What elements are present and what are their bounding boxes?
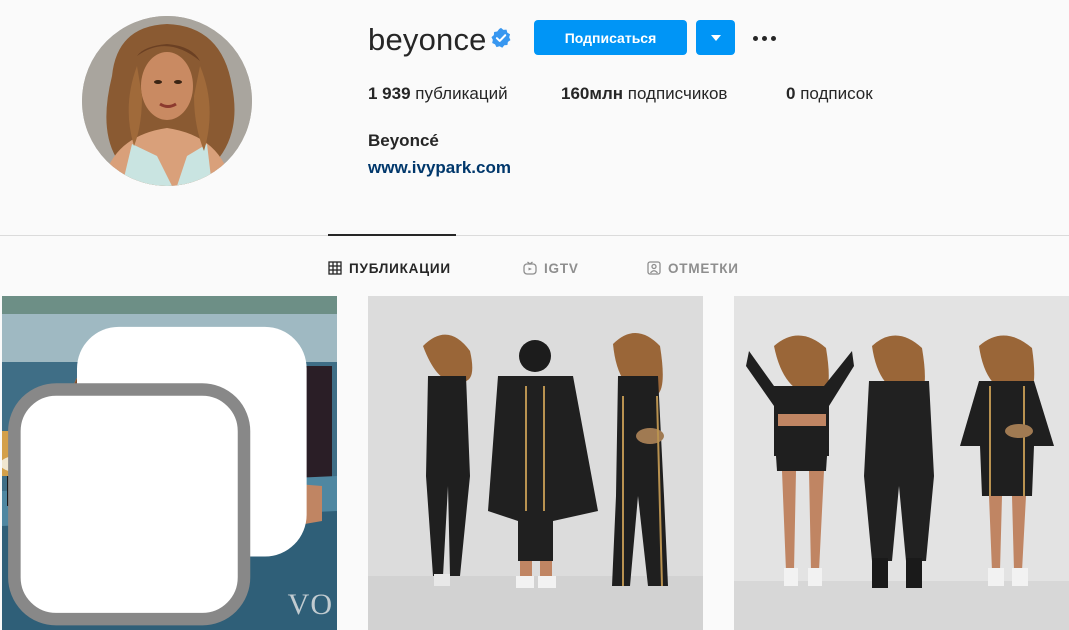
more-dot-icon — [752, 35, 758, 41]
profile-username: beyonce — [368, 22, 487, 57]
chevron-down-icon — [710, 34, 721, 41]
following-count-value: 0 — [786, 84, 796, 103]
post-image — [734, 296, 1069, 630]
profile-website-link[interactable]: www.ivypark.com — [368, 158, 511, 178]
follow-button[interactable]: Подписаться — [534, 20, 687, 55]
followers-count-value: 160млн — [561, 84, 624, 103]
tagged-icon — [647, 261, 661, 275]
post-image — [368, 296, 703, 630]
following-count-label: подписок — [800, 84, 873, 103]
post-thumbnail[interactable] — [734, 296, 1069, 630]
following-count-stat[interactable]: 0 подписок — [786, 84, 873, 104]
tab-tagged[interactable]: ОТМЕТКИ — [647, 259, 739, 277]
followers-count-stat[interactable]: 160млн подписчиков — [561, 84, 727, 104]
tab-posts[interactable]: ПУБЛИКАЦИИ — [328, 259, 451, 277]
more-dot-icon — [761, 35, 767, 41]
posts-count-stat: 1 939 публикаций — [368, 84, 508, 104]
igtv-icon — [523, 261, 537, 275]
profile-full-name: Beyoncé — [368, 131, 439, 150]
tabs-divider — [0, 235, 1069, 236]
verified-badge-icon — [491, 27, 511, 48]
active-tab-indicator — [328, 234, 456, 236]
post-thumbnail[interactable] — [368, 296, 703, 630]
tab-igtv-label: IGTV — [544, 260, 579, 276]
multiple-images-icon — [8, 326, 307, 626]
more-dot-icon — [770, 35, 776, 41]
grid-icon — [328, 261, 342, 275]
profile-avatar[interactable] — [82, 16, 252, 186]
tab-tagged-label: ОТМЕТКИ — [668, 260, 739, 276]
tab-igtv[interactable]: IGTV — [523, 259, 579, 277]
posts-count-label: публикаций — [415, 84, 508, 103]
suggested-accounts-dropdown-button[interactable] — [696, 20, 735, 55]
tab-posts-label: ПУБЛИКАЦИИ — [349, 260, 451, 276]
posts-count-value: 1 939 — [368, 84, 411, 103]
more-options-button[interactable] — [748, 26, 780, 50]
followers-count-label: подписчиков — [627, 84, 728, 103]
avatar-image — [82, 16, 252, 186]
post-watermark: VO — [287, 588, 333, 621]
post-thumbnail[interactable]: VO — [2, 296, 337, 630]
